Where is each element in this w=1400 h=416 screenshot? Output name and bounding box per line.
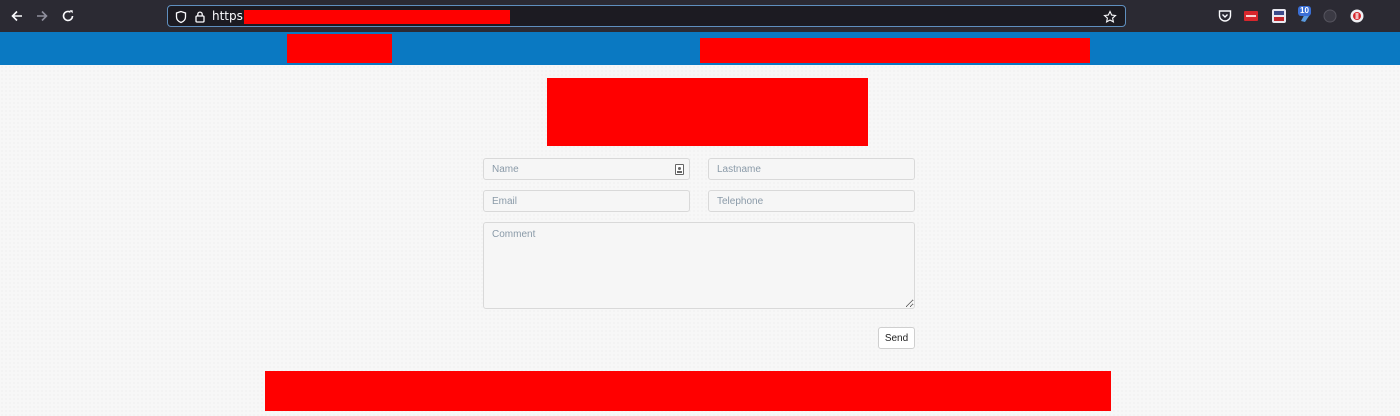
- name-input[interactable]: [483, 158, 690, 180]
- redacted-navigation: [700, 38, 1090, 63]
- shield-icon[interactable]: [174, 10, 188, 24]
- comment-textarea[interactable]: [483, 222, 915, 309]
- back-button[interactable]: [7, 6, 27, 26]
- browser-toolbar: https://chat 10: [0, 0, 1400, 32]
- forward-button[interactable]: [32, 6, 52, 26]
- extension-icon[interactable]: [1243, 8, 1259, 24]
- site-header: [0, 32, 1400, 65]
- profile-icon[interactable]: [1349, 8, 1365, 24]
- redacted-heading: [547, 78, 868, 146]
- extension-badge: 10: [1298, 6, 1311, 16]
- send-button[interactable]: Send: [878, 327, 915, 349]
- puzzle-icon[interactable]: [1322, 8, 1338, 24]
- redacted-url: [244, 10, 510, 24]
- bookmark-star-icon[interactable]: [1103, 10, 1117, 24]
- redacted-logo: [287, 34, 392, 63]
- page-content: Send: [0, 65, 1400, 416]
- lastname-input[interactable]: [708, 158, 915, 180]
- url-bar[interactable]: https://chat: [167, 5, 1126, 27]
- lock-icon[interactable]: [193, 10, 207, 24]
- contact-card-icon[interactable]: [675, 164, 684, 175]
- email-input[interactable]: [483, 190, 690, 212]
- redacted-footer: [265, 371, 1111, 411]
- extension-icon[interactable]: [1271, 8, 1287, 24]
- telephone-input[interactable]: [708, 190, 915, 212]
- reload-button[interactable]: [58, 6, 78, 26]
- pocket-icon[interactable]: [1217, 8, 1233, 24]
- reload-icon: [62, 10, 74, 22]
- forward-arrow-icon: [37, 10, 48, 22]
- back-arrow-icon: [11, 10, 22, 22]
